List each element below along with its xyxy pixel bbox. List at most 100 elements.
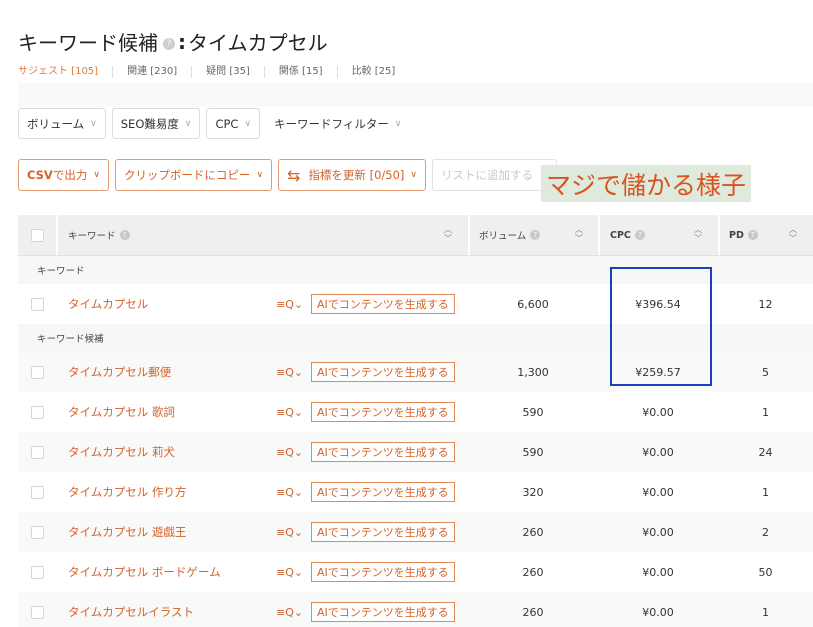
serp-search-icon[interactable]: ≡Q⌄ bbox=[276, 512, 303, 552]
table-row: タイムカプセル郵便 ≡Q⌄ AIでコンテンツを生成する 1,300 ¥259.5… bbox=[18, 352, 813, 392]
keyword-column-label: キーワード bbox=[68, 231, 116, 242]
update-metrics-button[interactable]: ⇆ 指標を更新 [0/50] ∨ bbox=[278, 159, 426, 191]
title-keyword: タイムカプセル bbox=[188, 31, 328, 55]
pd-value: 1 bbox=[762, 485, 769, 499]
keyword-filter[interactable]: キーワードフィルター ∨ bbox=[266, 108, 410, 139]
pd-value: 50 bbox=[758, 565, 773, 579]
volume-filter-label: ボリューム bbox=[27, 116, 85, 131]
keyword-link[interactable]: タイムカプセル郵便 bbox=[68, 352, 171, 392]
csv-label: CSV bbox=[27, 168, 53, 182]
csv-export-button[interactable]: CSV で出力 ∨ bbox=[18, 159, 109, 191]
column-divider bbox=[718, 215, 720, 255]
serp-search-icon[interactable]: ≡Q⌄ bbox=[276, 552, 303, 592]
table-row: タイムカプセル 歌詞 ≡Q⌄ AIでコンテンツを生成する 590 ¥0.00 1 bbox=[18, 392, 813, 432]
row-checkbox[interactable] bbox=[31, 525, 44, 539]
tab-bar: サジェスト [105] 関連 [230] 疑問 [35] 関係 [15] 比較 … bbox=[18, 66, 423, 78]
keyword-link[interactable]: タイムカプセル 遊戯王 bbox=[68, 512, 186, 552]
row-checkbox[interactable] bbox=[31, 565, 44, 579]
question-icon[interactable]: ? bbox=[747, 230, 758, 240]
cpc-column-label: CPC bbox=[610, 229, 631, 241]
question-icon[interactable]: ? bbox=[530, 230, 541, 240]
ai-generate-button[interactable]: AIでコンテンツを生成する bbox=[311, 402, 455, 422]
spacer-band bbox=[18, 83, 813, 107]
ai-generate-button[interactable]: AIでコンテンツを生成する bbox=[311, 602, 455, 622]
keyword-link[interactable]: タイムカプセルイラスト bbox=[68, 592, 194, 627]
keyword-filter-label: キーワードフィルター bbox=[274, 116, 389, 131]
pd-value: 24 bbox=[758, 445, 773, 459]
tab-suggest[interactable]: サジェスト [105] bbox=[18, 66, 114, 78]
sort-icon[interactable]: ︿ ﹀ bbox=[789, 225, 797, 243]
tab-questions[interactable]: 疑問 [35] bbox=[206, 66, 265, 78]
column-header-volume[interactable]: ボリューム ? bbox=[479, 215, 541, 255]
serp-search-icon[interactable]: ≡Q⌄ bbox=[276, 432, 303, 472]
column-header-cpc[interactable]: CPC ? bbox=[610, 215, 645, 255]
chevron-down-icon: ∨ bbox=[90, 118, 97, 129]
chevron-down-icon: ∨ bbox=[244, 118, 252, 129]
pd-value: 12 bbox=[758, 297, 773, 311]
section-label-candidates: キーワード候補 bbox=[18, 324, 813, 352]
serp-search-icon[interactable]: ≡Q⌄ bbox=[276, 284, 303, 324]
ai-generate-button[interactable]: AIでコンテンツを生成する bbox=[311, 294, 455, 314]
keyword-link[interactable]: タイムカプセル bbox=[68, 284, 148, 324]
serp-search-icon[interactable]: ≡Q⌄ bbox=[276, 392, 303, 432]
ai-generate-button[interactable]: AIでコンテンツを生成する bbox=[311, 362, 455, 382]
sort-icon[interactable]: ︿ ﹀ bbox=[575, 225, 583, 243]
table-row: タイムカプセル ボードゲーム ≡Q⌄ AIでコンテンツを生成する 260 ¥0.… bbox=[18, 552, 813, 592]
keyword-link[interactable]: タイムカプセル 莉犬 bbox=[68, 432, 175, 472]
ai-generate-button[interactable]: AIでコンテンツを生成する bbox=[311, 562, 455, 582]
volume-filter[interactable]: ボリューム ∨ bbox=[18, 108, 106, 139]
chevron-down-icon: ∨ bbox=[93, 170, 100, 180]
tab-compare[interactable]: 比較 [25] bbox=[352, 66, 410, 78]
cpc-value: ¥0.00 bbox=[642, 485, 674, 499]
question-icon[interactable]: ? bbox=[119, 230, 130, 240]
question-icon[interactable]: ? bbox=[163, 37, 175, 50]
row-checkbox[interactable] bbox=[31, 445, 44, 459]
serp-search-icon[interactable]: ≡Q⌄ bbox=[276, 592, 303, 627]
cpc-value: ¥0.00 bbox=[642, 405, 674, 419]
volume-value: 260 bbox=[522, 605, 544, 619]
serp-search-icon[interactable]: ≡Q⌄ bbox=[276, 352, 303, 392]
filter-bar: ボリューム ∨ SEO難易度 ∨ CPC ∨ キーワードフィルター ∨ bbox=[18, 108, 415, 139]
seo-difficulty-filter[interactable]: SEO難易度 ∨ bbox=[111, 108, 201, 139]
copy-clipboard-button[interactable]: クリップボードにコピー ∨ bbox=[114, 159, 273, 191]
row-checkbox[interactable] bbox=[31, 297, 44, 311]
volume-value: 590 bbox=[522, 405, 544, 419]
chevron-down-icon: ∨ bbox=[394, 118, 402, 129]
pd-value: 1 bbox=[762, 605, 769, 619]
tab-related[interactable]: 関連 [230] bbox=[127, 66, 193, 78]
serp-search-icon[interactable]: ≡Q⌄ bbox=[276, 472, 303, 512]
keyword-link[interactable]: タイムカプセル 作り方 bbox=[68, 472, 186, 512]
cpc-value: ¥259.57 bbox=[635, 365, 681, 379]
pd-value: 1 bbox=[762, 405, 769, 419]
sort-icon[interactable]: ︿ ﹀ bbox=[694, 225, 702, 243]
volume-value: 260 bbox=[522, 525, 544, 539]
ai-generate-button[interactable]: AIでコンテンツを生成する bbox=[311, 442, 455, 462]
cpc-value: ¥0.00 bbox=[642, 565, 674, 579]
sync-icon: ⇆ bbox=[287, 165, 301, 185]
row-checkbox[interactable] bbox=[31, 365, 44, 379]
table-row: タイムカプセル ≡Q⌄ AIでコンテンツを生成する 6,600 ¥396.54 … bbox=[18, 284, 813, 324]
cpc-value: ¥0.00 bbox=[642, 445, 674, 459]
keyword-link[interactable]: タイムカプセル 歌詞 bbox=[68, 392, 175, 432]
row-checkbox[interactable] bbox=[31, 405, 44, 419]
clipboard-label: クリップボードにコピー bbox=[123, 168, 251, 182]
row-checkbox[interactable] bbox=[31, 485, 44, 499]
question-icon[interactable]: ? bbox=[634, 230, 645, 240]
tab-relations[interactable]: 関係 [15] bbox=[279, 66, 338, 78]
add-to-list-button[interactable]: リストに追加する bbox=[431, 159, 557, 191]
table-row: タイムカプセル 作り方 ≡Q⌄ AIでコンテンツを生成する 320 ¥0.00 … bbox=[18, 472, 813, 512]
ai-generate-button[interactable]: AIでコンテンツを生成する bbox=[311, 522, 455, 542]
column-header-keyword[interactable]: キーワード ? bbox=[68, 215, 130, 255]
select-all-checkbox-cell bbox=[31, 215, 44, 255]
keyword-link[interactable]: タイムカプセル ボードゲーム bbox=[68, 552, 221, 592]
cpc-value: ¥0.00 bbox=[642, 525, 674, 539]
sort-icon[interactable]: ︿ ﹀ bbox=[444, 225, 452, 243]
row-checkbox[interactable] bbox=[31, 605, 44, 619]
select-all-checkbox[interactable] bbox=[31, 228, 44, 242]
ai-generate-button[interactable]: AIでコンテンツを生成する bbox=[311, 482, 455, 502]
add-to-list-label: リストに追加する bbox=[440, 168, 533, 182]
cpc-filter[interactable]: CPC ∨ bbox=[206, 108, 261, 139]
column-header-pd[interactable]: PD ? bbox=[729, 215, 758, 255]
csv-export-label: で出力 bbox=[52, 168, 88, 182]
action-bar: CSV で出力 ∨ クリップボードにコピー ∨ ⇆ 指標を更新 [0/50] ∨… bbox=[18, 159, 563, 191]
